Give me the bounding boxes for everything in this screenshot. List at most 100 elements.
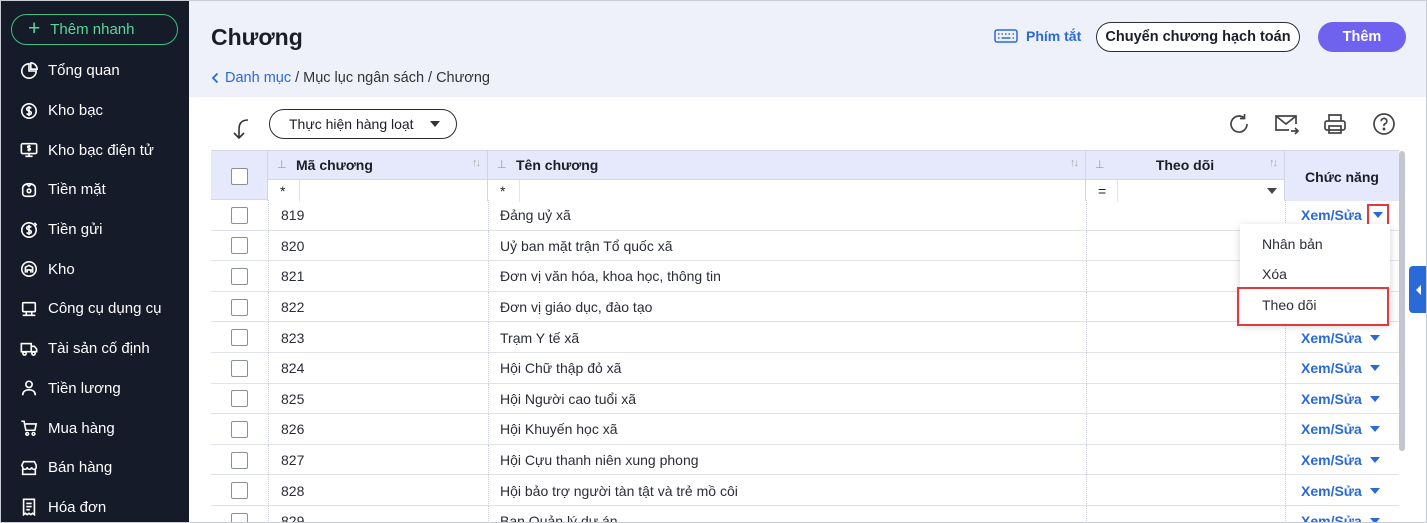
printer-icon[interactable] — [1322, 111, 1348, 137]
row-checkbox[interactable] — [231, 298, 248, 316]
row-action-dropdown-icon[interactable] — [1369, 487, 1380, 494]
cell-divider — [1086, 505, 1087, 522]
sort-down-icon[interactable] — [231, 117, 253, 141]
filter-code[interactable]: * — [268, 179, 487, 202]
table-row[interactable]: 829 Ban Quản lý dự án Xem/Sửa — [211, 505, 1399, 522]
view-edit-link[interactable]: Xem/Sửa — [1301, 207, 1362, 223]
caret-down-icon — [1372, 212, 1383, 219]
row-checkbox-cell — [231, 384, 248, 415]
view-edit-link[interactable]: Xem/Sửa — [1301, 421, 1362, 437]
view-edit-link[interactable]: Xem/Sửa — [1301, 483, 1362, 499]
side-panel-toggle[interactable] — [1409, 266, 1426, 313]
row-checkbox[interactable] — [231, 206, 248, 224]
sidebar-item-tien-gui[interactable]: Tiền gửi — [1, 210, 189, 250]
sidebar-item-hoa-don[interactable]: Hóa đơn — [1, 488, 189, 522]
menu-item-duplicate[interactable]: Nhân bản — [1240, 229, 1390, 259]
pie-chart-icon — [20, 61, 38, 80]
menu-item-delete[interactable]: Xóa — [1240, 259, 1390, 289]
row-checkbox[interactable] — [231, 237, 248, 255]
table-row[interactable]: 828 Hội bảo trợ người tàn tật và trẻ mồ c… — [211, 475, 1399, 506]
column-header-actions: Chức năng — [1285, 151, 1399, 201]
bulk-action-dropdown[interactable]: Thực hiện hàng loạt — [269, 109, 457, 139]
header-select-all-cell — [211, 151, 268, 201]
sidebar-item-tien-luong[interactable]: Tiền lương — [1, 369, 189, 409]
row-checkbox[interactable] — [231, 329, 248, 347]
filter-name[interactable]: * — [488, 179, 1085, 202]
column-header-follow[interactable]: ⊥ Theo dõi ↑↓ = — [1086, 151, 1285, 202]
sidebar-item-mua-hang[interactable]: Mua hàng — [1, 408, 189, 448]
view-edit-link[interactable]: Xem/Sửa — [1301, 330, 1362, 346]
table-row[interactable]: 824 Hội Chữ thập đỏ xã Xem/Sửa — [211, 352, 1399, 384]
sidebar-item-cong-cu-dung-cu[interactable]: Công cụ dụng cụ — [1, 289, 189, 329]
sort-icon[interactable]: ↑↓ — [472, 157, 481, 169]
sort-icon[interactable]: ↑↓ — [1070, 157, 1079, 169]
table-row[interactable]: 822 Đơn vị giáo dục, đào tạo — [211, 291, 1399, 323]
column-header-code[interactable]: ⊥ Mã chương ↑↓ * — [268, 151, 488, 202]
pin-icon[interactable]: ⊥ — [497, 158, 507, 171]
table-row[interactable]: 825 Hội Người cao tuổi xã Xem/Sửa — [211, 383, 1399, 415]
quick-add-label: Thêm nhanh — [50, 21, 135, 38]
shortcut-button[interactable]: Phím tắt — [994, 28, 1081, 44]
refresh-icon[interactable] — [1226, 111, 1252, 137]
cell-divider — [268, 291, 269, 323]
sort-icon[interactable]: ↑↓ — [1269, 157, 1278, 169]
view-edit-link[interactable]: Xem/Sửa — [1301, 452, 1362, 468]
bulk-action-label: Thực hiện hàng loạt — [289, 116, 414, 132]
cell-divider — [488, 414, 489, 445]
transfer-chapter-button[interactable]: Chuyển chương hạch toán — [1096, 22, 1300, 52]
row-action-dropdown-icon[interactable] — [1369, 334, 1380, 341]
table-row[interactable]: 819 Đảng uỷ xã Xem/Sửa — [211, 200, 1399, 231]
breadcrumb-root-link[interactable]: Danh mục — [211, 70, 291, 86]
view-edit-link[interactable]: Xem/Sửa — [1301, 360, 1362, 376]
send-mail-icon[interactable] — [1274, 111, 1300, 137]
table-row[interactable]: 820 Uỷ ban mặt trận Tổ quốc xã — [211, 230, 1399, 262]
row-action-dropdown-icon[interactable] — [1369, 365, 1380, 372]
row-checkbox[interactable] — [231, 267, 248, 285]
cell-name: Hội bảo trợ người tàn tật và trẻ mồ côi — [500, 482, 738, 499]
row-checkbox[interactable] — [231, 482, 248, 500]
sidebar-item-kho-bac-dien-tu[interactable]: Kho bạc điện tử — [1, 130, 189, 170]
row-checkbox[interactable] — [231, 451, 248, 469]
row-checkbox[interactable] — [231, 420, 248, 438]
row-checkbox[interactable] — [231, 390, 248, 408]
table-row[interactable]: 821 Đơn vị văn hóa, khoa học, thông tin — [211, 261, 1399, 292]
row-checkbox[interactable] — [231, 359, 248, 377]
row-action-dropdown-button[interactable] — [1366, 204, 1389, 227]
row-action-dropdown-icon[interactable] — [1369, 395, 1380, 402]
vertical-scrollbar[interactable] — [1399, 151, 1405, 451]
add-button[interactable]: Thêm — [1318, 22, 1406, 52]
row-action-dropdown-icon[interactable] — [1369, 457, 1380, 464]
cell-name: Đơn vị giáo dục, đào tạo — [500, 299, 653, 316]
sidebar-item-tien-mat[interactable]: Tiền mặt — [1, 170, 189, 210]
view-edit-link[interactable]: Xem/Sửa — [1301, 391, 1362, 407]
filter-dropdown-icon[interactable] — [1267, 188, 1277, 194]
table-row[interactable]: 827 Hội Cựu thanh niên xung phong Xem/Sửa — [211, 444, 1399, 476]
column-header-name[interactable]: ⊥ Tên chương ↑↓ * — [488, 151, 1086, 202]
table-row[interactable]: 826 Hội Khuyến học xã Xem/Sửa — [211, 414, 1399, 445]
view-edit-link[interactable]: Xem/Sửa — [1301, 513, 1362, 522]
sidebar-item-tong-quan[interactable]: Tổng quan — [1, 51, 189, 91]
cell-divider — [488, 261, 489, 292]
table-row[interactable]: 823 Trạm Y tế xã Xem/Sửa — [211, 322, 1399, 353]
row-action-dropdown-icon[interactable] — [1369, 518, 1380, 522]
cell-name: Uỷ ban mặt trận Tổ quốc xã — [500, 237, 673, 254]
cell-divider — [268, 444, 269, 476]
sidebar-item-ban-hang[interactable]: Bán hàng — [1, 448, 189, 488]
sidebar-item-kho-bac[interactable]: Kho bạc — [1, 91, 189, 131]
row-checkbox-cell — [231, 414, 248, 445]
filter-operator[interactable]: = — [1098, 183, 1106, 199]
pin-icon[interactable]: ⊥ — [277, 158, 287, 171]
filter-operator[interactable]: * — [280, 183, 285, 199]
row-action-dropdown-icon[interactable] — [1369, 426, 1380, 433]
filter-operator[interactable]: * — [500, 183, 505, 199]
cell-name: Đơn vị văn hóa, khoa học, thông tin — [500, 268, 721, 285]
filter-follow[interactable]: = — [1086, 179, 1284, 202]
row-checkbox[interactable] — [231, 512, 248, 522]
sidebar-item-kho[interactable]: Kho — [1, 249, 189, 289]
help-icon[interactable] — [1371, 111, 1397, 137]
quick-add-button[interactable]: + Thêm nhanh — [11, 14, 178, 45]
select-all-checkbox[interactable] — [230, 167, 248, 185]
cell-divider — [268, 230, 269, 262]
cell-divider — [1285, 383, 1286, 415]
sidebar-item-tai-san-co-dinh[interactable]: Tài sản cố định — [1, 329, 189, 369]
